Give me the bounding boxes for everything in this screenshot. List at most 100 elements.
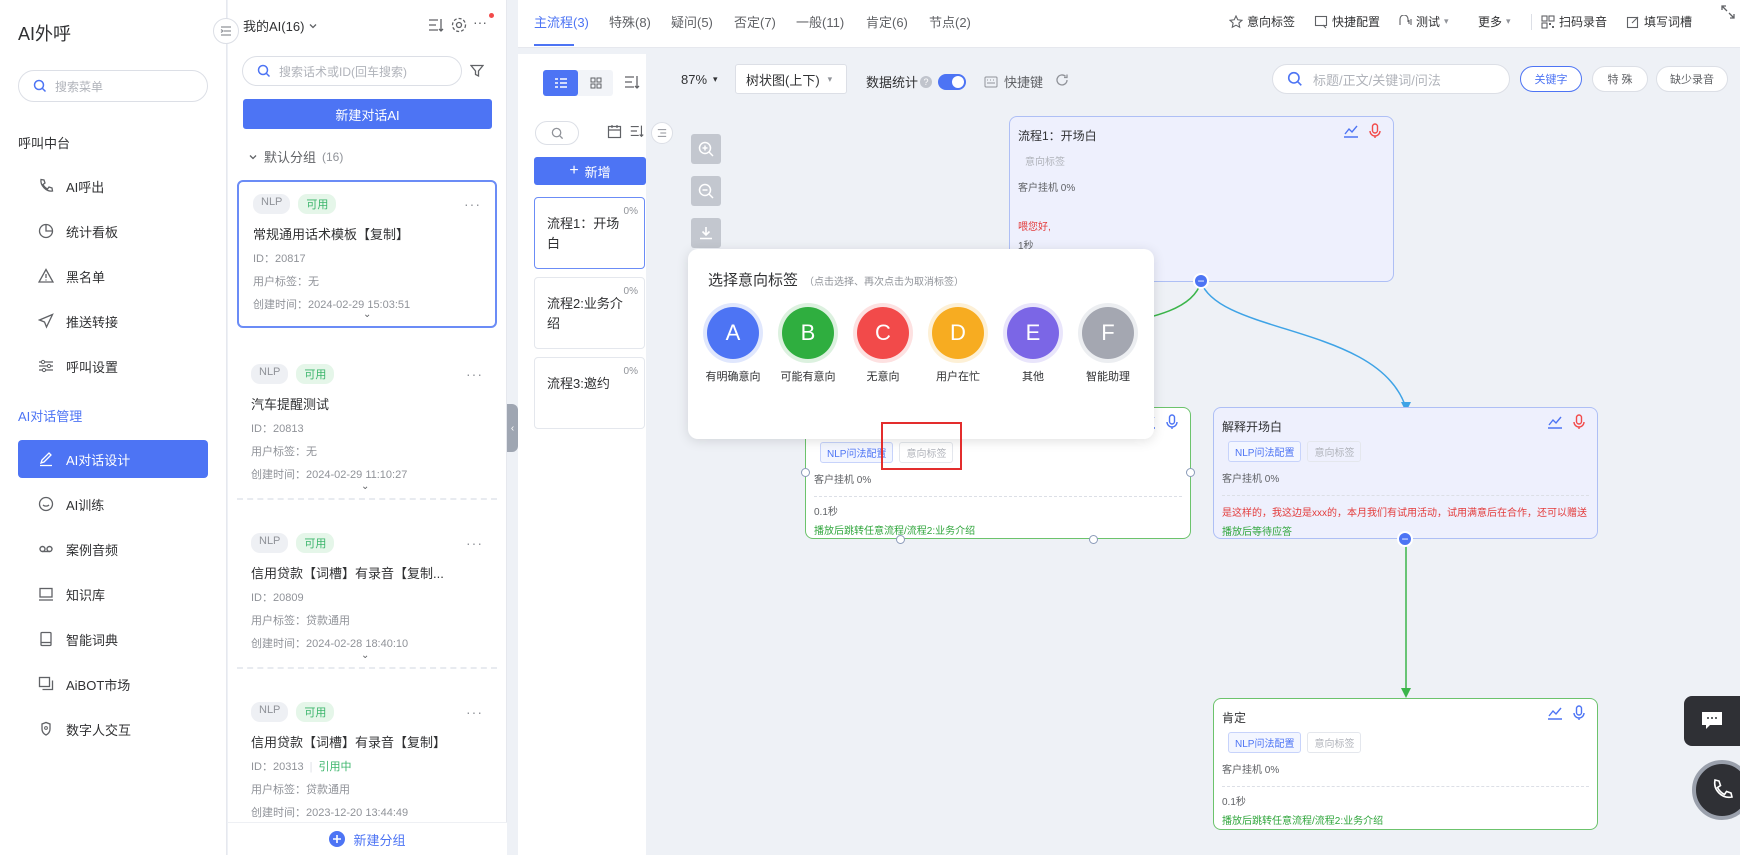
microphone-icon[interactable] [1367, 123, 1383, 139]
missing-audio-filter-pill[interactable]: 缺少录音 [1656, 66, 1728, 92]
more-tool[interactable]: 更多 ▾ [1478, 13, 1511, 30]
intent-tag-chip[interactable]: 意向标签 [1018, 150, 1072, 171]
view-toggle[interactable] [543, 70, 613, 96]
test-tool[interactable]: 测试 ▾ [1398, 13, 1449, 30]
sort-icon[interactable] [427, 16, 445, 34]
refresh-icon[interactable] [1055, 73, 1069, 87]
collapse-node-icon[interactable]: − [1397, 531, 1413, 547]
sidebar-item-call-settings[interactable]: 呼叫设置 [18, 347, 208, 385]
special-filter-pill[interactable]: 特 殊 [1592, 66, 1648, 92]
list-view-icon[interactable] [543, 70, 578, 96]
more-icon[interactable]: ··· [473, 14, 487, 30]
scan-record-tool[interactable]: 扫码录音 [1541, 13, 1607, 30]
microphone-icon[interactable] [1571, 705, 1587, 721]
intent-tag-tool[interactable]: 意向标签 [1229, 13, 1295, 30]
sidebar-item-digital-human[interactable]: 数字人交互 [18, 710, 208, 748]
sort-icon[interactable] [629, 123, 645, 139]
ai-card[interactable]: NLP 可用 ··· 信用贷款【词槽】有录音【复制】 ID：20313 | 引用中 用… [237, 690, 497, 820]
fill-slot-tool[interactable]: 填写词槽 [1626, 13, 1692, 30]
tab-main-flow[interactable]: 主流程(3) [534, 12, 589, 31]
shortcut-button[interactable]: 快捷键 [984, 72, 1043, 91]
expand-chevron-icon[interactable]: ⌄ [363, 309, 371, 320]
default-group-header[interactable]: 默认分组 (16) [248, 147, 343, 166]
nlp-config-chip[interactable]: NLP问法配置 [1228, 441, 1302, 462]
data-stats-toggle[interactable]: 数据统计 ? [866, 72, 967, 91]
intent-tag-chip[interactable]: 意向标签 [1307, 441, 1362, 462]
collapse-node-icon[interactable]: − [1193, 273, 1209, 289]
node-port[interactable] [1186, 468, 1195, 477]
tab-negative[interactable]: 否定(7) [734, 12, 776, 31]
sidebar-item-blacklist[interactable]: 黑名单 [18, 257, 208, 295]
sidebar-item-ai-dialog-design[interactable]: AI对话设计 [18, 440, 208, 478]
step-search-input[interactable] [535, 121, 579, 145]
sliders-icon [39, 359, 53, 373]
sidebar-item-ai-outbound[interactable]: AI呼出 [18, 167, 208, 205]
quick-config-tool[interactable]: 快捷配置 [1314, 13, 1380, 30]
flow-node-positive[interactable]: 肯定 NLP问法配置 意向标签 客户挂机 0% 0.1秒 播放后跳转任意流程/流… [1213, 698, 1598, 830]
grid-view-icon[interactable] [578, 70, 613, 96]
node-port[interactable] [1089, 535, 1098, 544]
keyword-filter-pill[interactable]: 关键字 [1520, 66, 1582, 92]
nlp-config-chip[interactable]: NLP问法配置 [1228, 732, 1302, 753]
node-script-text: 是这样的，我这边是xxx的，本月我们有试用活动，试用满意后在合作，还可以赠送 [1222, 508, 1587, 519]
gear-icon[interactable] [450, 16, 468, 34]
intent-option-f[interactable]: F 智能助理 [1078, 307, 1138, 385]
zoom-level-dropdown[interactable]: 87% ▾ [681, 72, 718, 87]
intent-option-d[interactable]: D 用户在忙 [928, 307, 988, 385]
expand-chevron-icon[interactable]: ⌄ [361, 650, 369, 661]
ai-card[interactable]: NLP 可用 ··· 常规通用话术模板【复制】 ID：20817 用户标签：无 创… [237, 180, 497, 328]
ai-card[interactable]: NLP 可用 ··· 汽车提醒测试 ID：20813 用户标签：无 创建时间：20… [237, 352, 497, 500]
ai-search-input[interactable]: 搜索话术或ID(回车搜索) [242, 56, 462, 86]
microphone-icon[interactable] [1571, 414, 1587, 430]
tab-node[interactable]: 节点(2) [929, 12, 971, 31]
intent-option-e[interactable]: E 其他 [1003, 307, 1063, 385]
card-more-icon[interactable]: ··· [466, 366, 483, 382]
card-more-icon[interactable]: ··· [466, 535, 483, 551]
new-step-button[interactable]: + 新增 [534, 157, 646, 185]
sidebar-item-ai-training[interactable]: AI训练 [18, 485, 208, 523]
node-search-input[interactable]: 标题/正文/关键词/问法 [1272, 64, 1510, 94]
layout-select[interactable]: 树状图(上下) ▾ [735, 64, 847, 94]
calendar-icon[interactable] [607, 124, 622, 139]
sidebar-collapse-button[interactable] [213, 18, 239, 44]
help-icon[interactable]: ? [920, 75, 933, 88]
sidebar-item-aibot-market[interactable]: AiBOT市场 [18, 665, 208, 703]
step-item[interactable]: 0% 流程1：开场白 [534, 197, 645, 269]
sidebar-item-stats-board[interactable]: 统计看板 [18, 212, 208, 250]
intent-option-a[interactable]: A 有明确意向 [703, 307, 763, 385]
new-group-button[interactable]: 新建分组 [228, 822, 507, 855]
step-item[interactable]: 0% 流程2:业务介绍 [534, 277, 645, 349]
microphone-icon[interactable] [1164, 414, 1180, 430]
node-port[interactable] [896, 535, 905, 544]
menu-search-input[interactable]: 搜索菜单 [18, 70, 208, 102]
line-chart-icon[interactable] [1343, 123, 1359, 139]
ai-card[interactable]: NLP 可用 ··· 信用贷款【词槽】有录音【复制... ID：20809 用户标… [237, 521, 497, 669]
flow-node-explain-opening[interactable]: 解释开场白 NLP问法配置 意向标签 客户挂机 0% 是这样的，我这边是xxx的… [1213, 407, 1598, 539]
intent-option-c[interactable]: C 无意向 [853, 307, 913, 385]
sort-icon[interactable] [623, 73, 641, 91]
steps-collapse-button[interactable] [651, 122, 673, 144]
sidebar-item-knowledge-base[interactable]: 知识库 [18, 575, 208, 613]
tab-question[interactable]: 疑问(5) [671, 12, 713, 31]
intent-option-b[interactable]: B 可能有意向 [778, 307, 838, 385]
my-ai-dropdown[interactable]: 我的AI(16) [243, 16, 318, 35]
sidebar-item-case-audio[interactable]: 案例音频 [18, 530, 208, 568]
step-item[interactable]: 0% 流程3:邀约 [534, 357, 645, 429]
line-chart-icon[interactable] [1547, 414, 1563, 430]
filter-icon[interactable] [470, 64, 484, 78]
tab-special[interactable]: 特殊(8) [609, 12, 651, 31]
stats-switch[interactable] [938, 73, 967, 90]
card-more-icon[interactable]: ··· [466, 704, 483, 720]
expand-chevron-icon[interactable]: ⌄ [361, 481, 369, 492]
intent-tag-chip[interactable]: 意向标签 [1307, 732, 1362, 753]
new-dialog-ai-button[interactable]: 新建对话AI [243, 99, 492, 129]
fullscreen-icon[interactable] [1716, 0, 1740, 24]
line-chart-icon[interactable] [1547, 705, 1563, 721]
sidebar-item-dictionary[interactable]: 智能词典 [18, 620, 208, 658]
tab-general[interactable]: 一般(11) [796, 12, 844, 31]
sidebar-item-push-transfer[interactable]: 推送转接 [18, 302, 208, 340]
panel-split-handle[interactable]: ‹ [507, 404, 518, 452]
tab-positive[interactable]: 肯定(6) [866, 12, 908, 31]
node-port[interactable] [801, 468, 810, 477]
card-more-icon[interactable]: ··· [464, 196, 481, 212]
